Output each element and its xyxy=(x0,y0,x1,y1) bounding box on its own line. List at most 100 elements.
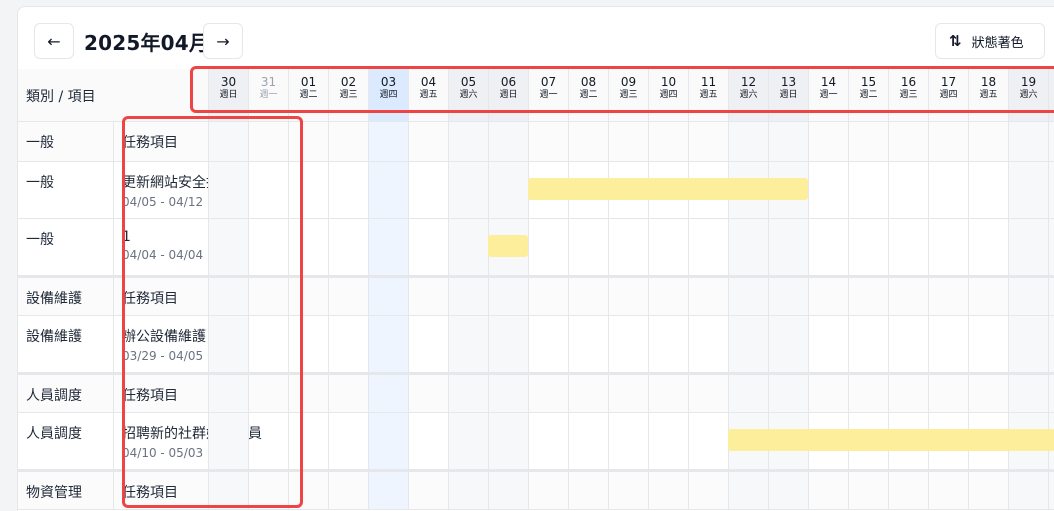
day-cell[interactable] xyxy=(248,413,288,469)
day-cell[interactable] xyxy=(808,278,848,315)
day-cell[interactable] xyxy=(568,316,608,372)
day-cell[interactable] xyxy=(488,162,528,218)
day-cell[interactable] xyxy=(928,219,968,275)
task-cell[interactable]: 招聘新的社群媒體專員 04/10 - 05/03 xyxy=(114,413,262,469)
day-cell[interactable] xyxy=(408,278,448,315)
day-cell[interactable] xyxy=(888,316,928,372)
task-cell[interactable]: 任務項目 xyxy=(114,278,208,315)
day-cell[interactable] xyxy=(528,278,568,315)
day-cell[interactable] xyxy=(968,219,1008,275)
day-cell[interactable] xyxy=(568,375,608,412)
day-cell[interactable] xyxy=(488,122,528,161)
category-group-row[interactable]: 設備維護 任務項目 xyxy=(18,276,1054,316)
day-cell[interactable] xyxy=(328,375,368,412)
day-cell[interactable] xyxy=(608,316,648,372)
day-cell[interactable] xyxy=(848,278,888,315)
day-cell[interactable] xyxy=(728,375,768,412)
day-cell[interactable] xyxy=(488,316,528,372)
day-cell[interactable] xyxy=(328,162,368,218)
day-cell[interactable] xyxy=(568,219,608,275)
day-cell[interactable] xyxy=(848,122,888,161)
day-cell[interactable] xyxy=(568,413,608,469)
day-cell[interactable] xyxy=(768,316,808,372)
task-cell[interactable]: 1 04/04 - 04/04 xyxy=(114,219,208,275)
day-cell[interactable] xyxy=(808,375,848,412)
day-cell[interactable] xyxy=(648,375,688,412)
day-cell[interactable] xyxy=(1008,219,1048,275)
day-cell[interactable] xyxy=(328,472,368,509)
task-row[interactable]: 一般 更新網站安全措施 04/05 - 04/12 xyxy=(18,162,1054,219)
day-cell[interactable] xyxy=(848,375,888,412)
day-cell[interactable] xyxy=(1048,219,1054,275)
day-cell[interactable] xyxy=(528,375,568,412)
day-cell[interactable] xyxy=(888,162,928,218)
day-cell[interactable] xyxy=(968,375,1008,412)
day-cell[interactable] xyxy=(968,278,1008,315)
day-cell[interactable] xyxy=(928,278,968,315)
day-cell[interactable] xyxy=(288,278,328,315)
day-cell[interactable] xyxy=(488,413,528,469)
day-cell[interactable] xyxy=(688,413,728,469)
day-cell[interactable] xyxy=(688,316,728,372)
day-cell[interactable] xyxy=(448,278,488,315)
category-group-row[interactable]: 人員調度 任務項目 xyxy=(18,373,1054,413)
day-cell[interactable] xyxy=(1008,278,1048,315)
day-cell[interactable] xyxy=(568,278,608,315)
day-cell[interactable] xyxy=(608,375,648,412)
day-cell[interactable] xyxy=(528,316,568,372)
day-cell[interactable] xyxy=(368,122,408,161)
day-cell[interactable] xyxy=(248,219,288,275)
day-cell[interactable] xyxy=(928,162,968,218)
day-cell[interactable] xyxy=(888,122,928,161)
day-cell[interactable] xyxy=(608,413,648,469)
day-cell[interactable] xyxy=(768,375,808,412)
day-cell[interactable] xyxy=(528,219,568,275)
day-cell[interactable] xyxy=(288,162,328,218)
day-cell[interactable] xyxy=(248,375,288,412)
day-cell[interactable] xyxy=(688,122,728,161)
day-cell[interactable] xyxy=(608,278,648,315)
day-cell[interactable] xyxy=(208,316,248,372)
day-cell[interactable] xyxy=(208,375,248,412)
day-cell[interactable] xyxy=(208,122,248,161)
status-color-button[interactable]: ⇅ 狀態著色 xyxy=(935,23,1045,59)
day-cell[interactable] xyxy=(728,472,768,509)
day-cell[interactable] xyxy=(408,316,448,372)
day-cell[interactable] xyxy=(1008,472,1048,509)
day-cell[interactable] xyxy=(688,219,728,275)
day-cell[interactable] xyxy=(248,278,288,315)
day-cell[interactable] xyxy=(528,472,568,509)
day-cell[interactable] xyxy=(688,278,728,315)
day-cell[interactable] xyxy=(288,122,328,161)
day-cell[interactable] xyxy=(288,472,328,509)
task-cell[interactable]: 任務項目 xyxy=(114,472,208,509)
day-cell[interactable] xyxy=(928,316,968,372)
day-cell[interactable] xyxy=(248,316,288,372)
day-cell[interactable] xyxy=(848,162,888,218)
day-cell[interactable] xyxy=(448,122,488,161)
day-cell[interactable] xyxy=(848,219,888,275)
prev-month-button[interactable]: ← xyxy=(34,23,74,59)
day-cell[interactable] xyxy=(488,472,528,509)
day-cell[interactable] xyxy=(328,278,368,315)
day-cell[interactable] xyxy=(208,162,248,218)
day-cell[interactable] xyxy=(208,472,248,509)
day-cell[interactable] xyxy=(768,219,808,275)
day-cell[interactable] xyxy=(448,375,488,412)
day-cell[interactable] xyxy=(528,122,568,161)
day-cell[interactable] xyxy=(648,122,688,161)
task-row[interactable]: 設備維護 辦公設備維護 03/29 - 04/05 xyxy=(18,316,1054,373)
category-group-row[interactable]: 一般 任務項目 xyxy=(18,122,1054,162)
day-cell[interactable] xyxy=(808,162,848,218)
day-cell[interactable] xyxy=(328,122,368,161)
day-cell[interactable] xyxy=(208,219,248,275)
day-cell[interactable] xyxy=(808,316,848,372)
day-cell[interactable] xyxy=(368,375,408,412)
day-cell[interactable] xyxy=(648,219,688,275)
task-cell[interactable]: 任務項目 xyxy=(114,122,208,161)
day-cell[interactable] xyxy=(448,413,488,469)
day-cell[interactable] xyxy=(368,472,408,509)
day-cell[interactable] xyxy=(288,413,328,469)
day-cell[interactable] xyxy=(1048,122,1054,161)
task-bar[interactable] xyxy=(488,235,528,257)
